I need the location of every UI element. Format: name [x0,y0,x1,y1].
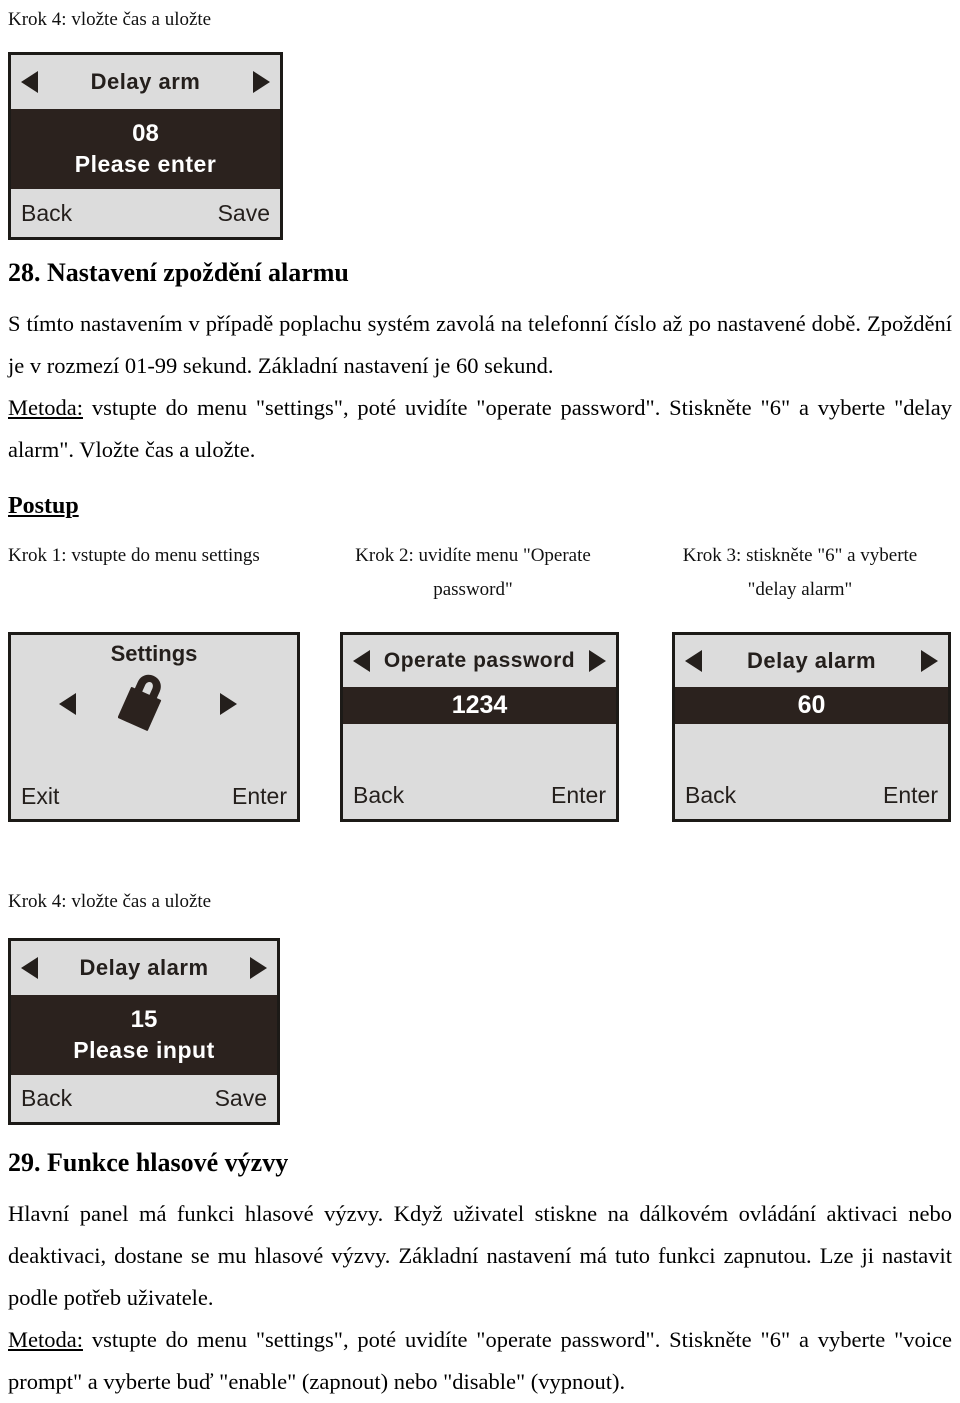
section-29-paragraph-1: Hlavní panel má funkci hlasové výzvy. Kd… [8,1201,952,1310]
padlock-icon [117,670,190,743]
lcd-right-button[interactable]: Enter [232,783,287,810]
lcd-footer-bar: Back Save [11,189,280,237]
lcd-display-area: 15 Please input [11,995,277,1075]
section-28-paragraph-1: S tímto nastavením v případě poplachu sy… [8,311,952,378]
lcd-prompt: Please enter [74,151,217,178]
section-28-method-text: vstupte do menu "settings", poté uvidíte… [8,395,952,462]
step-3-caption-line1: Krok 3: stiskněte "6" a vyberte [682,545,918,566]
lcd-title-text: Delay arm [90,69,201,94]
lcd-panel-settings: Settings Exit Enter [8,632,300,822]
arrow-left-icon[interactable] [685,650,702,672]
lcd-blank-area [343,724,616,771]
top-step-caption: Krok 4: vložte čas a uložte [8,9,212,30]
lcd-right-button[interactable]: Save [215,1085,267,1112]
arrow-left-icon[interactable] [21,957,38,979]
arrow-left-icon[interactable] [353,650,370,672]
lcd-panel-operate-password: Operate password 1234 Back Enter [340,632,619,822]
arrow-right-icon[interactable] [589,650,606,672]
procedure-heading: Postup [8,493,79,519]
lcd-footer-bar: Back Save [11,1075,277,1122]
lcd-title-bar: Delay alarm [11,941,277,995]
lcd-value: 60 [797,691,826,720]
step-4-caption: Krok 4: vložte čas a uložte [8,891,212,912]
lcd-value: 15 [130,1006,158,1034]
arrow-right-icon[interactable] [250,957,267,979]
lcd-display-area: 60 [675,687,948,724]
lcd-title-text: Delay alarm [79,955,209,980]
lcd-title-bar: Delay arm [11,55,280,109]
lcd-left-button[interactable]: Back [21,200,72,227]
section-28-method-label: Metoda: [8,395,83,420]
lcd-footer-bar: Exit Enter [11,773,297,819]
lcd-left-button[interactable]: Exit [21,783,59,810]
lcd-left-button[interactable]: Back [685,782,736,809]
lcd-icon-area: Settings [11,635,297,773]
lcd-display-area: 1234 [343,687,616,724]
section-29-method-text: vstupte do menu "settings", poté uvidíte… [8,1327,952,1394]
lcd-value: 08 [132,120,159,148]
lcd-right-button[interactable]: Enter [883,782,938,809]
arrow-right-icon[interactable] [220,693,237,715]
lcd-title-bar: Operate password [343,635,616,687]
section-28-heading: 28. Nastavení zpoždění alarmu [8,258,349,287]
document-page: Krok 4: vložte čas a uložte Delay arm 08… [0,0,960,1403]
lcd-title-bar: Delay alarm [675,635,948,687]
step-1-caption-line1: Krok 1: vstupte do menu settings [8,545,260,566]
lcd-title-text: Settings [110,641,198,666]
lcd-prompt: Please input [73,1037,215,1064]
step-2-caption-line1: Krok 2: uvidíte menu "Operate [355,545,591,566]
lcd-left-button[interactable]: Back [353,782,404,809]
lcd-panel-delay-alarm-input: Delay alarm 15 Please input Back Save [8,938,280,1125]
lcd-title-text: Delay alarm [746,648,877,673]
lcd-title-text: Operate password [383,649,576,672]
lcd-panel-delay-arm: Delay arm 08 Please enter Back Save [8,52,283,240]
arrow-left-icon[interactable] [59,693,76,715]
step-3-caption-line2: "delay alarm" [747,579,853,600]
arrow-right-icon[interactable] [253,71,270,93]
section-29-method: Metoda: vstupte do menu "settings", poté… [8,1319,952,1403]
lcd-footer-bar: Back Enter [675,771,948,819]
lcd-value: 1234 [451,691,508,720]
section-28-method: Metoda: vstupte do menu "settings", poté… [8,387,952,471]
lcd-left-button[interactable]: Back [21,1085,72,1112]
lcd-panel-delay-alarm: Delay alarm 60 Back Enter [672,632,951,822]
section-29-heading: 29. Funkce hlasové výzvy [8,1148,289,1177]
section-29-method-label: Metoda: [8,1327,83,1352]
lcd-display-area: 08 Please enter [11,109,280,189]
lcd-right-button[interactable]: Save [218,200,270,227]
lcd-blank-area [675,724,948,771]
lcd-right-button[interactable]: Enter [551,782,606,809]
step-2-caption-line2: password" [433,579,513,600]
arrow-right-icon[interactable] [921,650,938,672]
lcd-footer-bar: Back Enter [343,771,616,819]
arrow-left-icon[interactable] [21,71,38,93]
